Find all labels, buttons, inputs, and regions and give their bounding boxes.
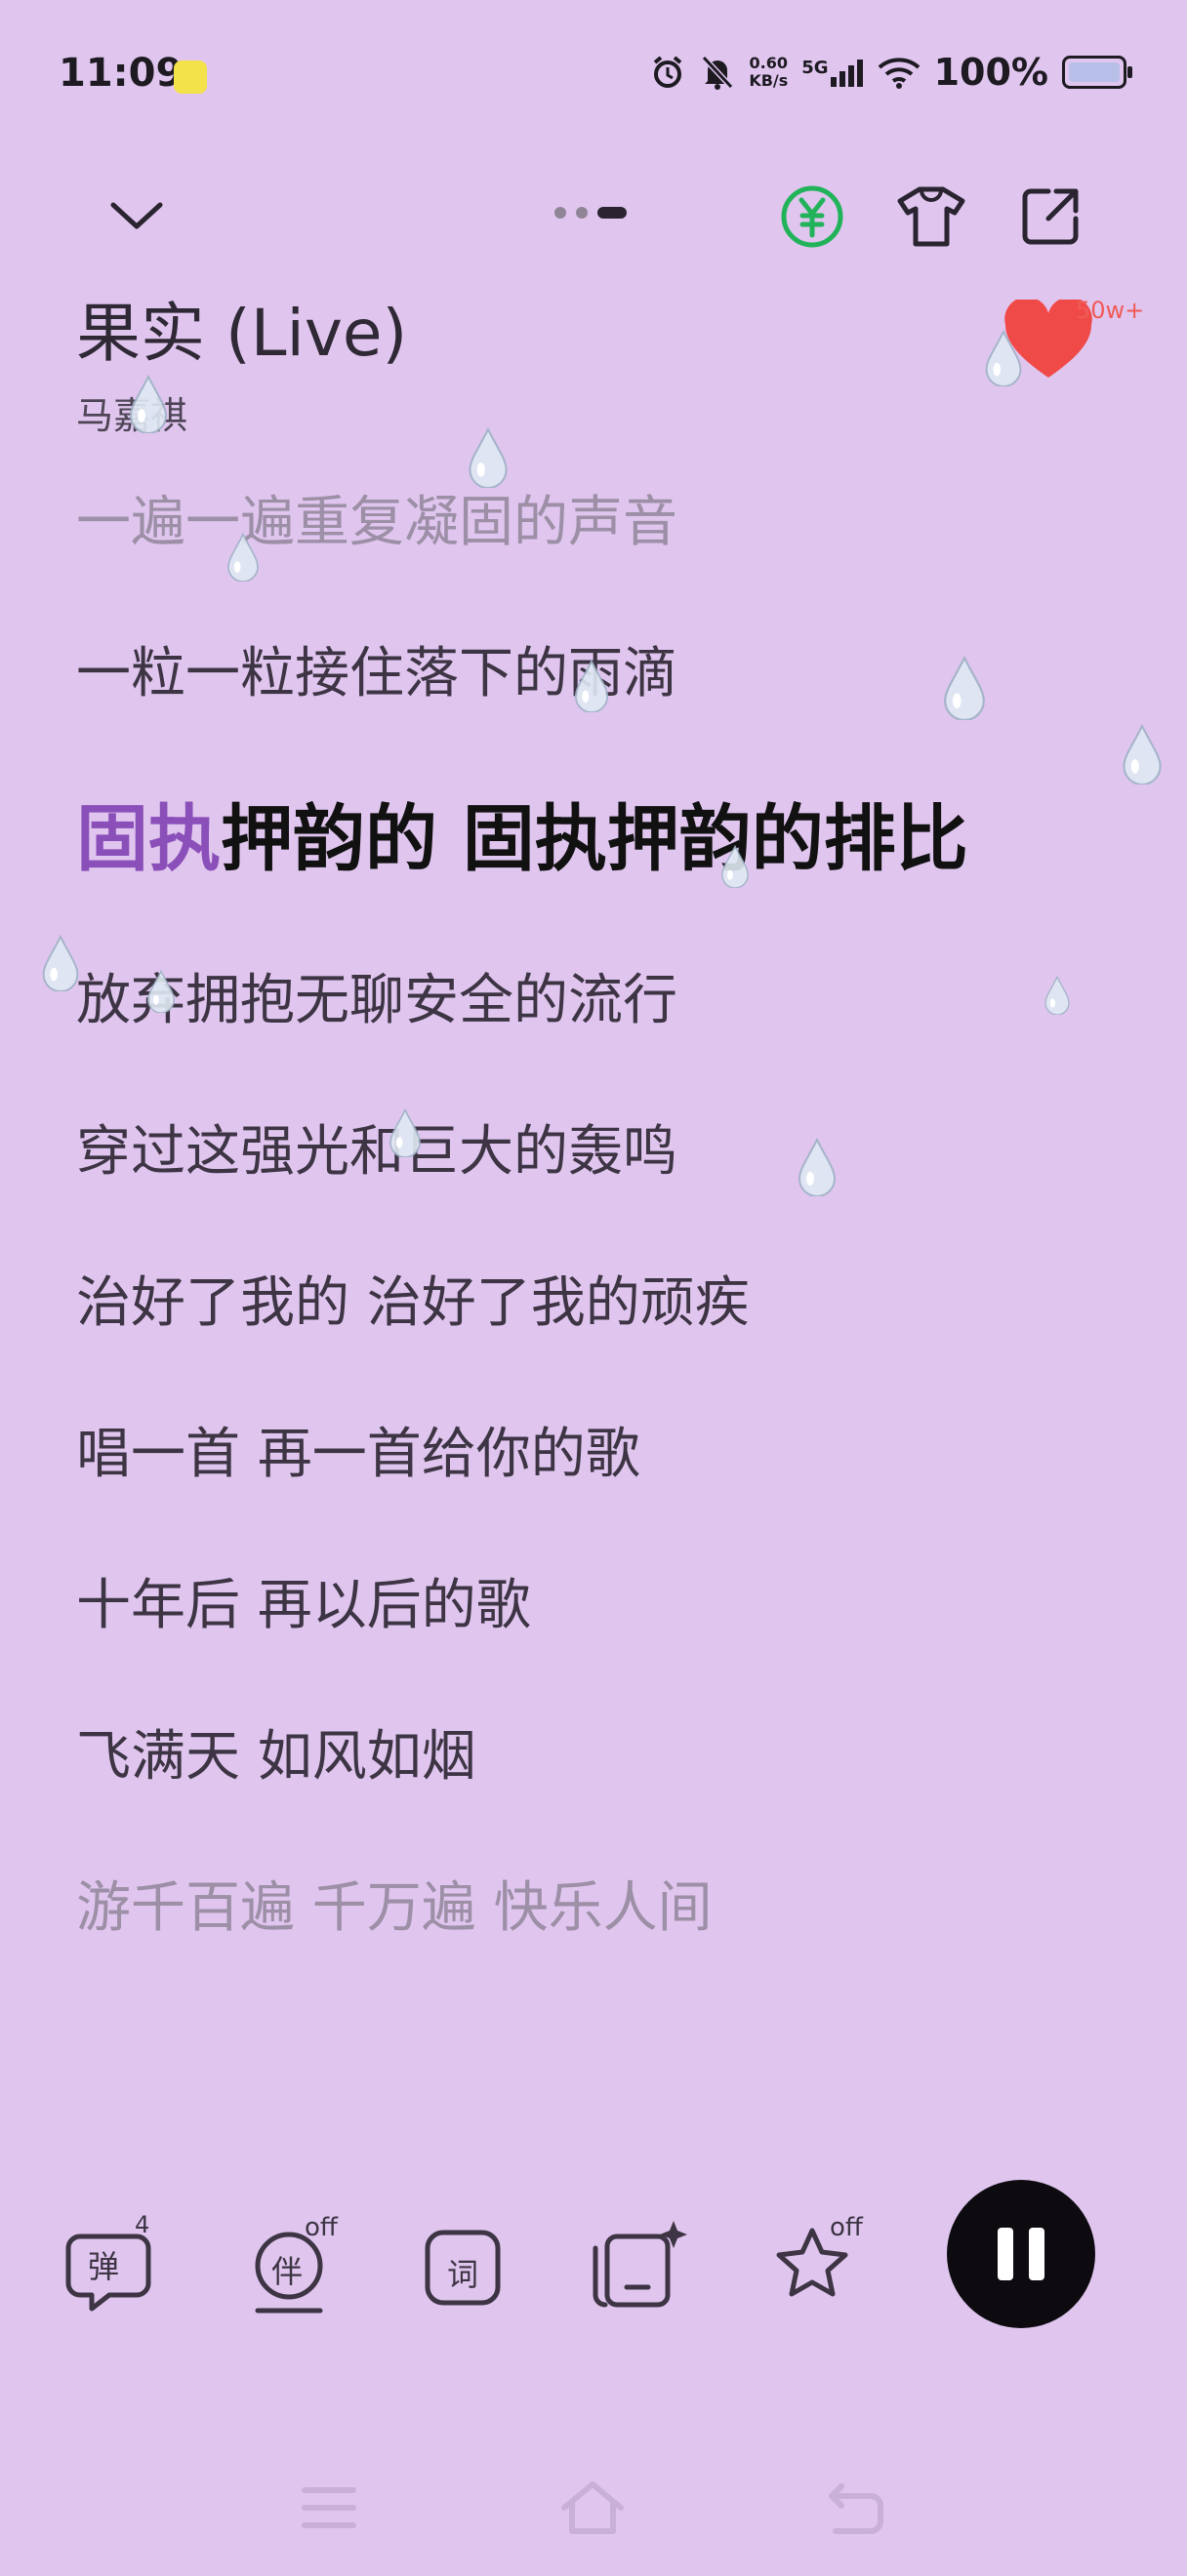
raindrop-icon <box>42 935 79 991</box>
danmu-label: 弹 <box>88 2248 120 2285</box>
page-indicator[interactable] <box>554 207 627 219</box>
lyric-line: 十年后 再以后的歌 <box>76 1574 531 1637</box>
signal-indicator: 5G <box>801 58 863 87</box>
page-dot <box>576 207 588 219</box>
raindrop-icon <box>1044 976 1070 1015</box>
status-icons: 0.60 KB/s 5G 100% <box>649 51 1132 94</box>
raindrop-icon <box>721 845 749 888</box>
menu-icon <box>302 2487 356 2528</box>
tshirt-icon <box>897 186 965 247</box>
lyric-line: 治好了我的 治好了我的顽疾 <box>76 1271 750 1335</box>
nav-menu-button[interactable] <box>295 2478 363 2537</box>
page-dot <box>554 207 566 219</box>
lyrics-button[interactable]: 词 <box>414 2215 521 2322</box>
chevron-down-icon <box>110 202 163 229</box>
sung-portion: 固执 <box>76 797 221 881</box>
like-count: 50w+ <box>1076 297 1145 324</box>
nav-back-button[interactable] <box>822 2478 890 2537</box>
home-icon <box>561 2481 624 2534</box>
accompany-state: off <box>305 2213 338 2242</box>
favorite-button[interactable]: off <box>767 2213 875 2322</box>
raindrop-icon <box>574 660 609 712</box>
share-button[interactable] <box>1015 181 1085 252</box>
theme-button[interactable] <box>894 181 968 252</box>
signal-bars-icon <box>830 60 863 87</box>
raindrop-icon <box>227 533 259 582</box>
network-speed: 0.60 KB/s <box>749 54 789 90</box>
wifi-icon <box>878 58 920 89</box>
song-title: 果实 (Live) <box>76 296 408 371</box>
battery-percent: 100% <box>933 51 1048 94</box>
raindrop-icon <box>129 375 168 433</box>
music-app-notification-icon <box>174 60 207 94</box>
raindrop-icon <box>798 1138 837 1196</box>
alarm-icon <box>654 56 682 88</box>
favorite-state: off <box>830 2213 863 2242</box>
lyric-line: 飞满天 如风如烟 <box>76 1725 476 1789</box>
mute-bell-icon <box>702 55 734 90</box>
raindrop-icon <box>469 427 508 488</box>
raindrop-icon <box>147 970 175 1013</box>
yuan-coin-icon <box>781 185 843 248</box>
lyric-poster-button[interactable] <box>586 2215 693 2322</box>
lyric-line: 穿过这强光和巨大的轰鸣 <box>76 1120 677 1184</box>
danmu-count: 4 <box>135 2211 150 2238</box>
current-lyric-line: 固执押韵的 固执押韵的排比 <box>76 781 968 885</box>
lyric-line: 游千百遍 千万遍 快乐人间 <box>76 1876 713 1940</box>
page-dot-active <box>597 207 627 219</box>
pause-button[interactable] <box>947 2180 1095 2328</box>
collapse-button[interactable] <box>98 185 176 244</box>
vip-button[interactable] <box>777 181 847 252</box>
status-time: 11:09 <box>59 51 184 96</box>
lyric-line: 一遍一遍重复凝固的声音 <box>76 491 677 554</box>
raindrop-icon <box>985 330 1022 386</box>
nav-home-button[interactable] <box>558 2478 627 2537</box>
battery-icon <box>1062 56 1132 89</box>
pause-icon <box>990 2228 1052 2280</box>
unsung-portion: 押韵的 固执押韵的排比 <box>221 797 968 881</box>
raindrop-icon <box>389 1108 421 1157</box>
lyric-line: 唱一首 再一首给你的歌 <box>76 1423 640 1486</box>
danmu-button[interactable]: 弹 4 <box>59 2211 166 2322</box>
lyrics-label: 词 <box>447 2256 479 2293</box>
share-icon <box>1022 188 1079 245</box>
back-icon <box>829 2483 883 2534</box>
accompany-label: 伴 <box>271 2253 304 2290</box>
card-sparkle-icon <box>593 2221 687 2308</box>
raindrop-icon <box>1123 724 1162 785</box>
raindrop-icon <box>944 656 985 720</box>
accompany-button[interactable]: 伴 off <box>244 2213 351 2322</box>
